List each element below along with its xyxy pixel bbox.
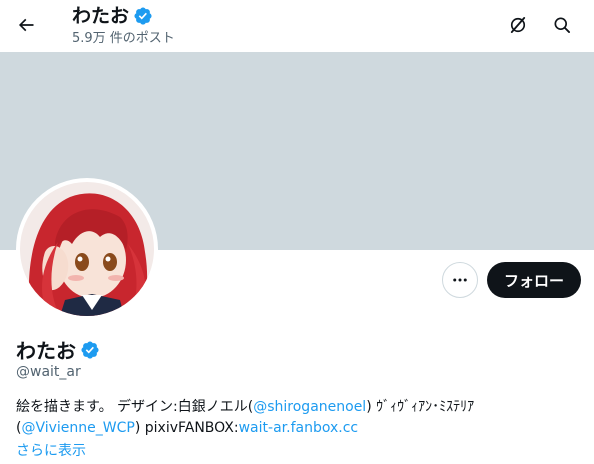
follow-button[interactable]: フォロー — [487, 262, 581, 298]
bio-mention-link[interactable]: @Vivienne_WCP — [21, 420, 134, 436]
post-count: 5.9万 件のポスト — [72, 31, 175, 46]
profile-bio: 絵を描きます。 デザイン:白銀ノエル(@shiroganenoel) ｳﾞｨｳﾞ… — [16, 397, 582, 439]
bio-mention-link[interactable]: @shiroganenoel — [253, 399, 366, 415]
bio-website-link[interactable]: wait-ar.fanbox.cc — [239, 420, 359, 436]
back-button[interactable] — [8, 7, 44, 43]
verified-badge-icon[interactable] — [80, 340, 100, 360]
search-button[interactable] — [544, 7, 580, 43]
verified-badge-icon — [134, 7, 152, 25]
display-name: わたお — [16, 339, 76, 363]
grok-button[interactable] — [500, 7, 536, 43]
header-title-block: わたお 5.9万 件のポスト — [72, 4, 175, 48]
profile-handle: @wait_ar — [16, 364, 81, 380]
more-options-button[interactable] — [442, 262, 478, 298]
bio-text: 絵を描きます。 デザイン:白銀ノエル( — [16, 399, 254, 415]
grok-icon — [510, 17, 526, 33]
avatar-image — [20, 182, 154, 316]
search-icon — [554, 17, 570, 33]
show-more-link[interactable]: さらに表示 — [16, 440, 86, 460]
header-title: わたお — [72, 5, 130, 27]
bio-text: ) pixivFANBOX: — [134, 420, 239, 436]
arrow-left-icon — [18, 18, 34, 32]
top-bar: わたお 5.9万 件のポスト — [0, 0, 594, 52]
more-horizontal-icon — [453, 278, 467, 282]
avatar[interactable] — [16, 178, 158, 320]
profile-name-row: わたお — [16, 335, 100, 364]
